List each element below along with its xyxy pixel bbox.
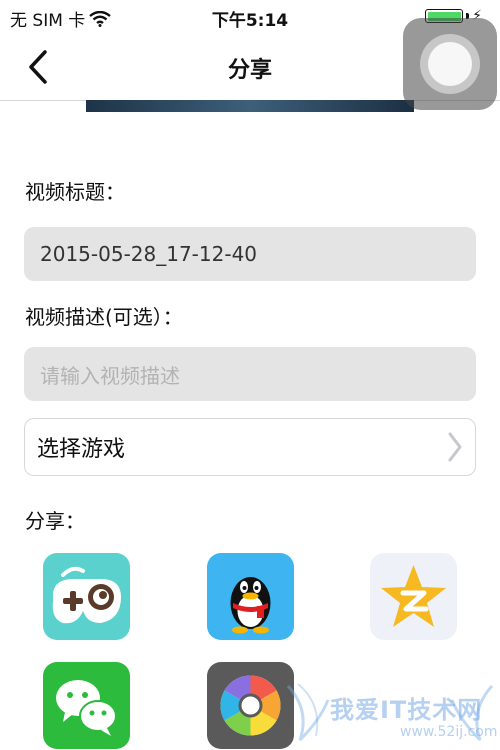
video-desc-placeholder: 请输入视频描述 [40,363,180,388]
assistive-touch-button[interactable] [403,18,497,110]
watermark-url: www.52ij.com [400,724,498,740]
select-game-row[interactable]: 选择游戏 [24,418,476,476]
video-thumbnail-strip [86,100,414,112]
video-desc-label: 视频描述(可选）： [25,305,183,329]
video-desc-input[interactable]: 请输入视频描述 [24,347,476,401]
share-moments-button[interactable] [207,662,294,749]
share-wechat-button[interactable] [43,662,130,749]
watermark: 我爱IT技术网 www.52ij.com [280,680,500,750]
gamepad-icon [52,566,121,624]
qq-penguin-icon [230,577,271,634]
share-label: 分享： [25,509,85,533]
select-game-label: 选择游戏 [37,437,126,462]
chevron-right-icon [448,432,462,462]
share-qq-button[interactable] [207,553,294,640]
share-qzone-button[interactable] [370,553,457,640]
aperture-icon [220,675,281,736]
share-game-app-button[interactable] [43,553,130,640]
video-title-value: 2015-05-28_17-12-40 [40,242,258,266]
watermark-text: 我爱IT技术网 [330,696,483,724]
wechat-icon [56,680,117,736]
video-title-label: 视频标题： [25,180,125,204]
qzone-star-icon [381,565,446,627]
video-title-field[interactable]: 2015-05-28_17-12-40 [24,227,476,281]
